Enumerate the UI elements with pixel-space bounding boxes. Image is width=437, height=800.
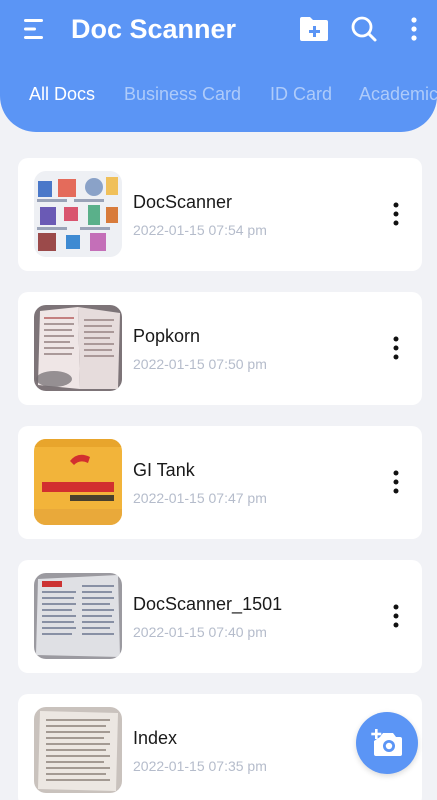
document-more-button[interactable] [382, 466, 410, 498]
search-button[interactable] [346, 12, 382, 46]
document-thumbnail [34, 171, 122, 257]
document-thumbnail [34, 305, 122, 391]
document-date: 2022-01-15 07:40 pm [133, 624, 267, 640]
list-item[interactable]: DocScanner_1501 2022-01-15 07:40 pm [18, 560, 422, 673]
document-date: 2022-01-15 07:50 pm [133, 356, 267, 372]
document-date: 2022-01-15 07:35 pm [133, 758, 267, 774]
list-item[interactable]: Popkorn 2022-01-15 07:50 pm [18, 292, 422, 405]
document-name: Index [133, 728, 178, 748]
app-header: Doc Scanner All Docs Business Card ID Ca… [0, 0, 437, 132]
tab-business-card[interactable]: Business Card [124, 81, 241, 107]
document-thumbnail [34, 707, 122, 793]
search-icon [351, 16, 377, 42]
document-thumbnail [34, 573, 122, 659]
more-vertical-icon [393, 604, 399, 628]
list-item[interactable]: DocScanner 2022-01-15 07:54 pm [18, 158, 422, 271]
more-vertical-icon [393, 470, 399, 494]
document-date: 2022-01-15 07:47 pm [133, 490, 267, 506]
document-name: DocScanner_1501 [133, 594, 283, 614]
more-options-button[interactable] [397, 12, 431, 46]
document-list: DocScanner 2022-01-15 07:54 pm Popkorn 2… [18, 158, 422, 800]
folder-plus-icon [300, 17, 328, 41]
app-title: Doc Scanner [71, 14, 237, 44]
more-vertical-icon [411, 17, 417, 41]
scan-camera-button[interactable] [356, 712, 418, 774]
document-name: GI Tank [133, 460, 195, 480]
document-more-button[interactable] [382, 600, 410, 632]
document-thumbnail [34, 439, 122, 525]
more-vertical-icon [393, 202, 399, 226]
document-more-button[interactable] [382, 198, 410, 230]
tab-id-card[interactable]: ID Card [270, 81, 332, 107]
menu-icon[interactable] [24, 18, 50, 40]
more-vertical-icon [393, 336, 399, 360]
new-folder-button[interactable] [296, 12, 332, 46]
list-item[interactable]: GI Tank 2022-01-15 07:47 pm [18, 426, 422, 539]
document-more-button[interactable] [382, 332, 410, 364]
document-name: Popkorn [133, 326, 201, 346]
tab-academic[interactable]: Academic [359, 81, 437, 107]
tab-all-docs[interactable]: All Docs [29, 81, 95, 107]
document-date: 2022-01-15 07:54 pm [133, 222, 267, 238]
category-tabs: All Docs Business Card ID Card Academic [0, 80, 437, 108]
camera-plus-icon [371, 729, 402, 756]
document-name: DocScanner [133, 192, 233, 212]
